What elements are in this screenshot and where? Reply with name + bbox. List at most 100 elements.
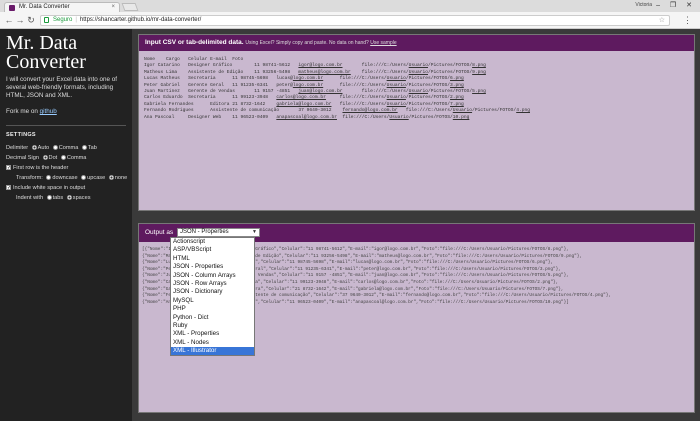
decimal-comma-label: Comma: [66, 155, 87, 161]
dropdown-option[interactable]: Python - Dict: [171, 314, 254, 322]
dropdown-option[interactable]: XML - Nodes: [171, 339, 254, 347]
input-row-segment: Igor Catarino Designer Gráfico 11 98741-…: [144, 63, 299, 69]
input-data-row: Igor Catarino Designer Gráfico 11 98741-…: [144, 63, 486, 68]
input-row-segment: 6.png: [450, 76, 464, 82]
indent-spaces-radio[interactable]: [66, 195, 72, 201]
transform-downcase-radio[interactable]: [46, 175, 52, 181]
input-row-segment: Usuario: [408, 89, 428, 95]
input-row-segment: Usuario: [386, 82, 406, 88]
delimiter-auto-radio[interactable]: [31, 145, 37, 151]
back-icon[interactable]: ←: [4, 15, 14, 25]
divider: [6, 125, 126, 126]
dropdown-option[interactable]: ASP/VBScript: [171, 246, 254, 254]
address-bar[interactable]: Seguro | https://shancarter.github.io/mr-d…: [40, 15, 670, 26]
fork-prefix: Fork me on: [6, 108, 40, 115]
dropdown-option[interactable]: XML - Illustrator: [171, 347, 254, 356]
dropdown-option[interactable]: JSON - Column Arrays: [171, 272, 254, 280]
input-row-segment: Carlos Eduardo Secretaria 11 99123-3948: [144, 95, 277, 101]
input-data-row: Ana Pascoal Designer Web 11 96523-0409 a…: [144, 115, 469, 120]
input-row-segment: Peter Gabriel Gerente Geral 11 91235-634…: [144, 82, 293, 88]
delimiter-comma-radio[interactable]: [52, 145, 58, 151]
decimal-comma-radio[interactable]: [60, 155, 66, 161]
input-panel-header: Input CSV or tab-delimited data. Using E…: [139, 35, 694, 51]
input-textarea[interactable]: Nome Cargo Celular E-mail Foto Igor Cata…: [139, 51, 694, 127]
input-row-segment: /Pictures/FOTOS/: [408, 114, 453, 120]
transform-row: Transform: downcase upcase none: [6, 173, 127, 183]
transform-none-radio[interactable]: [108, 175, 114, 181]
decimal-dot-label: Dot: [48, 155, 58, 161]
dropdown-option[interactable]: JSON - Properties: [171, 263, 254, 271]
dropdown-option[interactable]: JSON - Dictionary: [171, 288, 254, 296]
browser-tab-bar: Mr. Data Converter × Victoria – ❐ ✕: [0, 0, 700, 12]
decimal-row: Decimal Sign Dot Comma: [6, 153, 126, 163]
delimiter-tab-label: Tab: [87, 145, 97, 151]
input-row-segment: juan@logo.com.br: [298, 89, 343, 95]
indent-tabs-radio[interactable]: [46, 195, 52, 201]
use-sample-link[interactable]: Use sample: [370, 40, 396, 46]
close-tab-icon[interactable]: ×: [111, 3, 115, 12]
reload-icon[interactable]: ↻: [26, 15, 36, 25]
output-label: Output as: [145, 229, 174, 236]
input-row-segment: 2.png: [450, 95, 464, 101]
input-row-segment: /Pictures/FOTOS/: [405, 95, 451, 101]
secure-label: Seguro: [53, 17, 73, 23]
sidebar: Mr. Data Converter I will convert your E…: [0, 29, 132, 421]
dropdown-option[interactable]: HTML: [171, 255, 254, 263]
profile-name[interactable]: Victoria: [635, 2, 652, 8]
browser-tab[interactable]: Mr. Data Converter ×: [4, 2, 120, 12]
input-row-segment: Gabriela Fernandes Editora 21 8732-1642: [144, 101, 277, 107]
decimal-dot-radio[interactable]: [42, 155, 48, 161]
input-row-segment: Lucas Matheus Secretaria 11 98745-5698 l…: [144, 76, 293, 82]
input-data-row: Gabriela Fernandes Editora 21 8732-1642 …: [144, 102, 464, 107]
input-data-row: Matheus Lima Assistente de Edição 11 932…: [144, 70, 486, 75]
forward-icon[interactable]: →: [15, 15, 25, 25]
browser-toolbar: ← → ↻ Seguro | https://shancarter.github.i…: [0, 12, 700, 29]
delimiter-label: Delimiter: [6, 145, 29, 151]
favicon-icon: [9, 5, 15, 11]
input-row-segment: file:///C:/Users/: [336, 114, 390, 120]
dropdown-option[interactable]: MySQL: [171, 297, 254, 305]
output-format-select[interactable]: JSON - Properties ▼: [177, 227, 260, 237]
dropdown-option[interactable]: XML - Properties: [171, 330, 254, 338]
input-row-segment: file:///C:/Users/: [323, 76, 387, 82]
input-subheading-text: Using Excel? Simply copy and paste. No d…: [245, 40, 371, 46]
window-controls[interactable]: – ❐ ✕: [656, 1, 696, 9]
transform-downcase-label: downcase: [52, 175, 78, 181]
first-row-header-label: First row is the header: [13, 165, 69, 171]
input-row-segment: 8.png: [472, 63, 486, 69]
input-row-segment: logo.com.br: [292, 76, 324, 82]
input-data-row: Juan Martinez Gerente de Vendas 11 9157 …: [144, 89, 486, 94]
dropdown-option[interactable]: Ruby: [171, 322, 254, 330]
decimal-label: Decimal Sign: [6, 155, 39, 161]
dropdown-option[interactable]: JSON - Row Arrays: [171, 280, 254, 288]
input-row-segment: /Pictures/FOTOS/: [427, 63, 473, 69]
input-data-row: Lucas Matheus Secretaria 11 98745-5698 l…: [144, 76, 464, 81]
github-link[interactable]: github: [40, 108, 57, 115]
input-data-row: Peter Gabriel Gerente Geral 11 91235-634…: [144, 83, 464, 88]
input-row-segment: file:///C:/Users/: [342, 63, 409, 69]
input-row-segment: Usuario: [408, 69, 428, 75]
input-header-line: Nome Cargo Celular E-mail Foto: [144, 57, 244, 62]
include-whitespace-checkbox[interactable]: ✓: [6, 185, 11, 191]
input-row-segment: /Pictures/FOTOS/: [472, 108, 517, 114]
whitespace-row: ✓ Include white space in output: [6, 183, 126, 193]
settings-heading: SETTINGS: [6, 132, 36, 138]
input-row-segment: /Pictures/FOTOS/: [428, 69, 473, 75]
input-row-segment: Usuario: [386, 101, 406, 107]
delimiter-tab-radio[interactable]: [81, 145, 87, 151]
dropdown-option[interactable]: PHP: [171, 305, 254, 313]
indent-row: Indent with tabs spaces: [6, 193, 126, 203]
input-row-segment: file:///C:/Users/: [331, 101, 387, 107]
first-row-header-checkbox[interactable]: ✓: [6, 165, 11, 171]
input-row-segment: /Pictures/FOTOS/: [427, 89, 473, 95]
input-row-segment: 4.png: [516, 108, 530, 114]
browser-menu-icon[interactable]: ⋮: [683, 15, 692, 25]
new-tab-button[interactable]: [121, 3, 139, 11]
dropdown-option[interactable]: Actionscript: [171, 238, 254, 246]
transform-upcase-label: upcase: [87, 175, 106, 181]
include-whitespace-label: Include white space in output: [13, 185, 86, 191]
delimiter-comma-label: Comma: [58, 145, 79, 151]
bookmark-star-icon[interactable]: ☆: [659, 16, 665, 25]
input-row-segment: file:///C:/Users/: [397, 108, 453, 114]
transform-upcase-radio[interactable]: [81, 175, 87, 181]
